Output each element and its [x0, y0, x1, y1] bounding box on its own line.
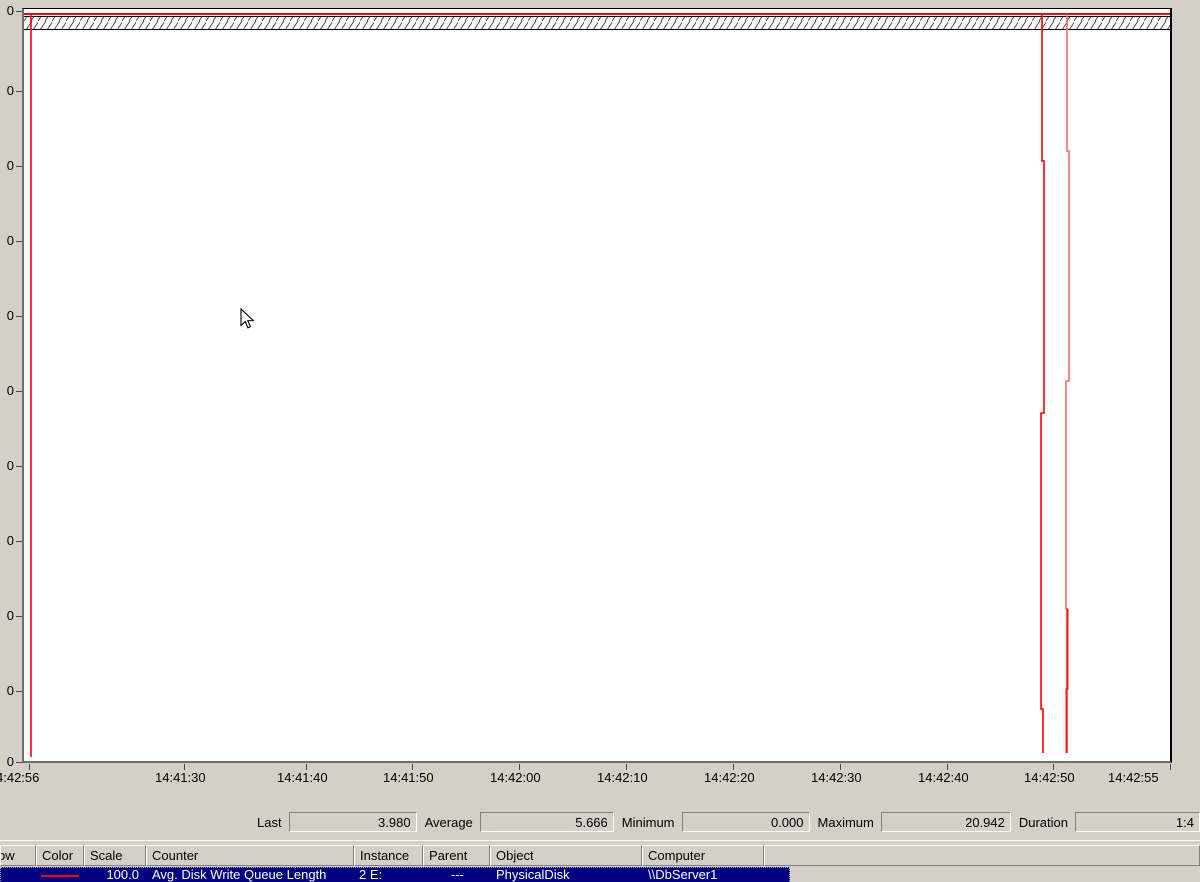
table-row[interactable]: 100.0 Avg. Disk Write Queue Length 2 E: …	[0, 867, 790, 882]
stat-duration-label: Duration	[1018, 814, 1068, 830]
y-axis-label-0: 0	[6, 754, 14, 769]
legend-cell-counter: Avg. Disk Write Queue Length	[152, 867, 327, 882]
x-axis-tick-8	[947, 764, 948, 770]
x-axis-label-4: 14:42:00	[490, 770, 541, 785]
legend-cell-color	[37, 867, 85, 882]
legend-cell-show[interactable]	[1, 867, 37, 882]
stat-average-label: Average	[424, 814, 473, 830]
y-axis-label-90: 0	[6, 83, 14, 98]
x-axis-label-6: 14:42:20	[704, 770, 755, 785]
chart-plot-svg	[24, 13, 1170, 757]
y-axis-label-20: 0	[6, 608, 14, 623]
legend-column-headers: ow Color Scale Counter Instance Parent O…	[0, 845, 1200, 866]
y-axis-label-50: 0	[6, 383, 14, 398]
stat-duration: Duration 1:4	[1011, 811, 1200, 833]
y-axis-label-40: 0	[6, 458, 14, 473]
legend-cell-computer: \\DbServer1	[648, 867, 718, 882]
legend-cell-instance: 2 E:	[359, 867, 383, 882]
y-axis-tick-60	[16, 316, 22, 317]
x-axis-label-1: 14:41:30	[155, 770, 206, 785]
y-axis-label-100: 0	[6, 3, 14, 18]
legend-cell-parent: ---	[451, 867, 464, 882]
y-axis-tick-50	[16, 391, 22, 392]
y-axis-label-30: 0	[6, 533, 14, 548]
y-axis-tick-70	[16, 241, 22, 242]
x-axis-label-0: 4:42:56	[0, 770, 40, 785]
column-header-parent[interactable]: Parent	[423, 845, 490, 866]
legend-cell-object: PhysicalDisk	[496, 867, 570, 882]
x-axis-tick-5	[626, 764, 627, 770]
x-axis-tick-7	[840, 764, 841, 770]
stat-maximum: Maximum 20.942	[810, 811, 1011, 833]
stat-maximum-label: Maximum	[817, 814, 874, 830]
column-header-filler	[764, 845, 1200, 866]
y-axis-tick-10	[16, 691, 22, 692]
series-clipped-band	[24, 17, 1170, 29]
y-axis-label-60: 0	[6, 308, 14, 323]
stat-average: Average 5.666	[417, 811, 614, 833]
stat-last-value: 3.980	[288, 812, 417, 832]
x-axis-tick-9	[1053, 764, 1054, 770]
x-axis-tick-6	[733, 764, 734, 770]
y-axis-tick-30	[16, 541, 22, 542]
counter-legend: ow Color Scale Counter Instance Parent O…	[0, 840, 1200, 882]
x-axis-tick-10	[1170, 764, 1171, 770]
x-axis-tick-2	[306, 764, 307, 770]
y-axis-label-70: 0	[6, 233, 14, 248]
stat-last: Last 3.980	[249, 811, 417, 833]
performance-monitor-window: 0 0 0 0 0 0 0 0 0 0 0 4:42:56 14:41:30 1…	[0, 0, 1200, 882]
column-header-instance[interactable]: Instance	[354, 845, 423, 866]
chart-plot-area[interactable]	[22, 8, 1172, 763]
y-axis-tick-90	[16, 91, 22, 92]
stat-last-label: Last	[257, 814, 282, 830]
series-clipped-band-bottom	[24, 29, 1170, 30]
series-color-swatch	[41, 875, 79, 877]
stat-minimum-label: Minimum	[621, 814, 675, 830]
stat-minimum-value: 0.000	[681, 812, 810, 832]
series-spike-1	[1040, 14, 1045, 753]
y-axis-label-10: 0	[6, 683, 14, 698]
x-axis-label-2: 14:41:40	[277, 770, 328, 785]
column-header-computer[interactable]: Computer	[642, 845, 764, 866]
statistics-bar: Last 3.980 Average 5.666 Minimum 0.000 M…	[0, 808, 1200, 836]
y-axis-label-80: 0	[6, 158, 14, 173]
y-axis-tick-0	[16, 762, 22, 763]
x-axis-label-9: 14:42:50	[1024, 770, 1075, 785]
y-axis-tick-20	[16, 616, 22, 617]
x-axis-label-5: 14:42:10	[597, 770, 648, 785]
stat-average-value: 5.666	[479, 812, 614, 832]
column-header-show[interactable]: ow	[0, 845, 36, 866]
legend-cell-scale: 100.0	[106, 867, 139, 882]
y-axis-tick-80	[16, 166, 22, 167]
series-clipped-band-top	[24, 16, 1170, 17]
column-header-color[interactable]: Color	[36, 845, 84, 866]
x-axis-tick-4	[519, 764, 520, 770]
stat-maximum-value: 20.942	[880, 812, 1011, 832]
x-axis-label-10: 14:42:55	[1108, 770, 1159, 785]
x-axis-label-3: 14:41:50	[383, 770, 434, 785]
stat-minimum: Minimum 0.000	[614, 811, 810, 833]
y-axis-tick-100	[16, 11, 22, 12]
x-axis-label-7: 14:42:30	[811, 770, 862, 785]
x-axis-tick-0	[29, 764, 30, 770]
column-header-scale[interactable]: Scale	[84, 845, 146, 866]
graph-region: 0 0 0 0 0 0 0 0 0 0 0 4:42:56 14:41:30 1…	[0, 0, 1200, 800]
stat-duration-value: 1:4	[1075, 812, 1200, 832]
x-axis-tick-3	[412, 764, 413, 770]
y-axis-tick-40	[16, 466, 22, 467]
x-axis-tick-1	[184, 764, 185, 770]
column-header-counter[interactable]: Counter	[146, 845, 354, 866]
x-axis-label-8: 14:42:40	[918, 770, 969, 785]
column-header-object[interactable]: Object	[490, 845, 642, 866]
